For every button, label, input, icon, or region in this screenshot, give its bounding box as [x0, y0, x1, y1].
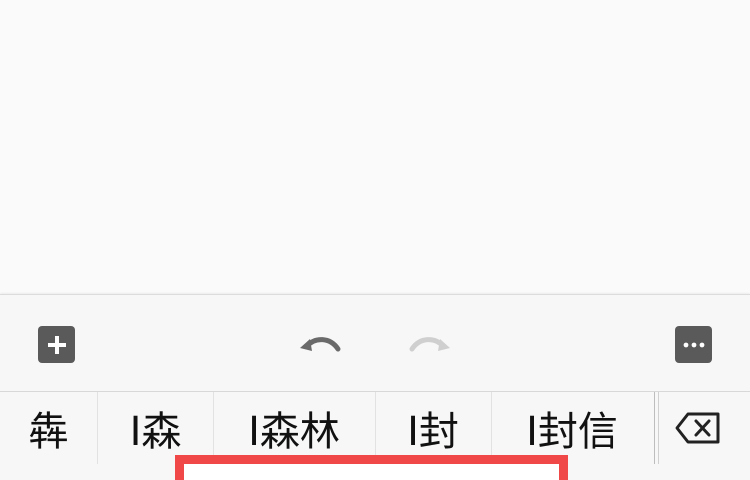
candidate-item[interactable]: I封: [376, 392, 490, 464]
undo-icon: [300, 336, 341, 351]
undo-button[interactable]: [298, 326, 342, 363]
add-button[interactable]: [38, 326, 75, 363]
redo-icon: [409, 336, 450, 351]
highlighted-key-row: [175, 455, 568, 480]
more-dots-icon: [683, 342, 704, 347]
candidate-divider: [658, 392, 659, 464]
candidate-item[interactable]: I森: [98, 392, 213, 464]
candidate-item[interactable]: I封信: [492, 392, 652, 464]
backspace-icon: [675, 412, 720, 444]
more-button[interactable]: [675, 326, 712, 363]
candidate-divider: [654, 392, 655, 464]
delete-button[interactable]: [668, 406, 728, 450]
text-content-area[interactable]: [0, 0, 750, 294]
redo-button: [408, 326, 452, 363]
plus-icon: [47, 335, 66, 354]
candidate-item[interactable]: 犇: [0, 392, 97, 464]
editor-toolbar: [0, 294, 750, 391]
candidate-item[interactable]: I森林: [214, 392, 374, 464]
editor-screen: 犇 I森 I森林 I封 I封信: [0, 0, 750, 480]
